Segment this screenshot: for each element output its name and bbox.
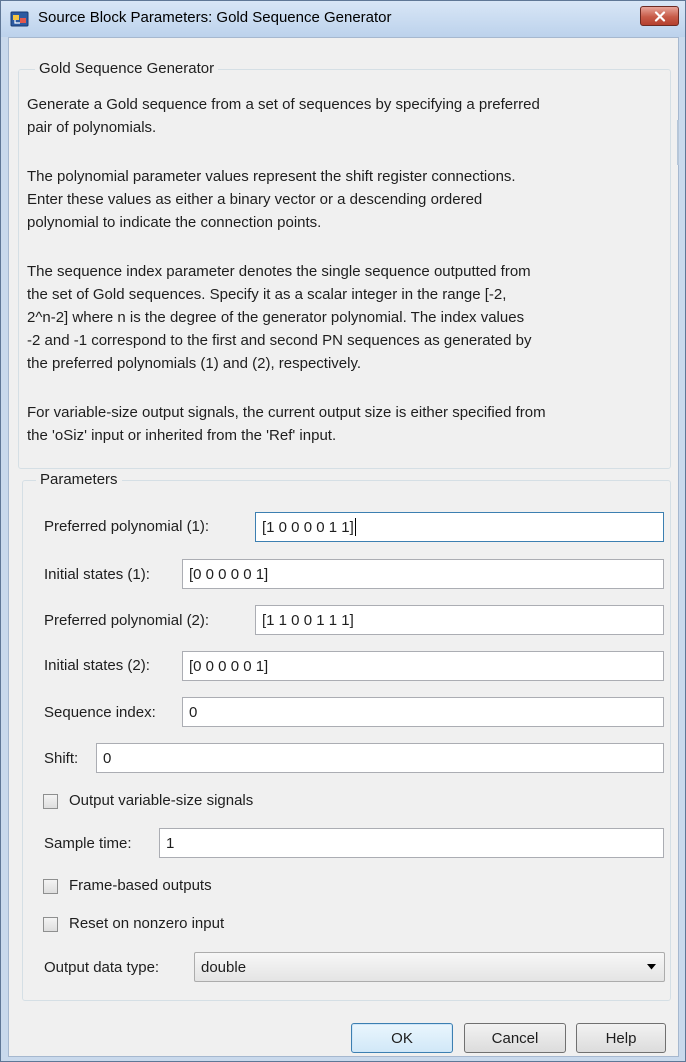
description-scrollbar[interactable] [677, 120, 679, 165]
sequence-index-input[interactable]: 0 [182, 697, 664, 727]
description-line: The polynomial parameter values represen… [27, 168, 516, 185]
sample-time-input[interactable]: 1 [159, 828, 664, 858]
description-line: For variable-size output signals, the cu… [27, 404, 546, 421]
chevron-down-icon [647, 964, 656, 970]
dialog-window: Source Block Parameters: Gold Sequence G… [0, 0, 686, 1062]
preferred-polynomial-2-input[interactable]: [1 1 0 0 1 1 1] [255, 605, 664, 635]
ok-button[interactable]: OK [351, 1023, 453, 1053]
shift-label: Shift: [44, 750, 79, 767]
description-line: The sequence index parameter denotes the… [27, 263, 531, 280]
initial-states-1-label: Initial states (1): [44, 566, 150, 583]
output-data-type-label: Output data type: [44, 959, 160, 976]
close-icon [654, 10, 665, 22]
cancel-button-label: Cancel [491, 1029, 539, 1047]
initial-states-2-input[interactable]: [0 0 0 0 0 1] [182, 651, 664, 681]
sequence-index-label: Sequence index: [44, 704, 156, 721]
text-caret [354, 518, 356, 536]
cancel-button[interactable]: Cancel [464, 1023, 566, 1053]
description-line: 2^n-2] where n is the degree of the gene… [27, 309, 525, 326]
ok-button-label: OK [391, 1029, 413, 1047]
preferred-polynomial-1-input[interactable]: [1 0 0 0 0 1 1] [255, 512, 664, 542]
description-line: -2 and -1 correspond to the first and se… [27, 332, 532, 349]
frame-based-outputs-checkbox[interactable] [43, 879, 58, 894]
description-line: the preferred polynomials (1) and (2), r… [27, 355, 362, 372]
help-button-label: Help [605, 1029, 637, 1047]
preferred-polynomial-2-value: [1 1 0 0 1 1 1] [262, 611, 354, 629]
description-group-title: Gold Sequence Generator [35, 60, 219, 77]
sequence-index-value: 0 [189, 703, 198, 721]
window-title: Source Block Parameters: Gold Sequence G… [38, 9, 392, 26]
output-variable-size-checkbox[interactable] [43, 794, 58, 809]
output-variable-size-label[interactable]: Output variable-size signals [69, 792, 253, 809]
shift-value: 0 [103, 749, 112, 767]
description-line: the set of Gold sequences. Specify it as… [27, 286, 507, 303]
simulink-block-icon [10, 11, 29, 27]
frame-based-outputs-label[interactable]: Frame-based outputs [69, 877, 212, 894]
initial-states-1-input[interactable]: [0 0 0 0 0 1] [182, 559, 664, 589]
description-line: Enter these values as either a binary ve… [27, 191, 483, 208]
output-data-type-value: double [201, 958, 247, 976]
description-line: polynomial to indicate the connection po… [27, 214, 322, 231]
sample-time-value: 1 [166, 834, 175, 852]
initial-states-1-value: [0 0 0 0 0 1] [189, 565, 269, 583]
initial-states-2-value: [0 0 0 0 0 1] [189, 657, 269, 675]
description-line: pair of polynomials. [27, 119, 157, 136]
shift-input[interactable]: 0 [96, 743, 664, 773]
title-bar[interactable]: Source Block Parameters: Gold Sequence G… [1, 1, 685, 37]
parameters-group-title: Parameters [36, 471, 122, 488]
description-line: the 'oSiz' input or inherited from the '… [27, 427, 337, 444]
initial-states-2-label: Initial states (2): [44, 657, 150, 674]
description-line: Generate a Gold sequence from a set of s… [27, 96, 540, 113]
reset-on-nonzero-checkbox[interactable] [43, 917, 58, 932]
reset-on-nonzero-label[interactable]: Reset on nonzero input [69, 915, 224, 932]
preferred-polynomial-1-label: Preferred polynomial (1): [44, 518, 210, 535]
preferred-polynomial-2-label: Preferred polynomial (2): [44, 612, 210, 629]
preferred-polynomial-1-value: [1 0 0 0 0 1 1] [262, 518, 354, 536]
close-button[interactable] [640, 6, 679, 26]
help-button[interactable]: Help [576, 1023, 666, 1053]
sample-time-label: Sample time: [44, 835, 132, 852]
output-data-type-dropdown[interactable]: double [194, 952, 665, 982]
